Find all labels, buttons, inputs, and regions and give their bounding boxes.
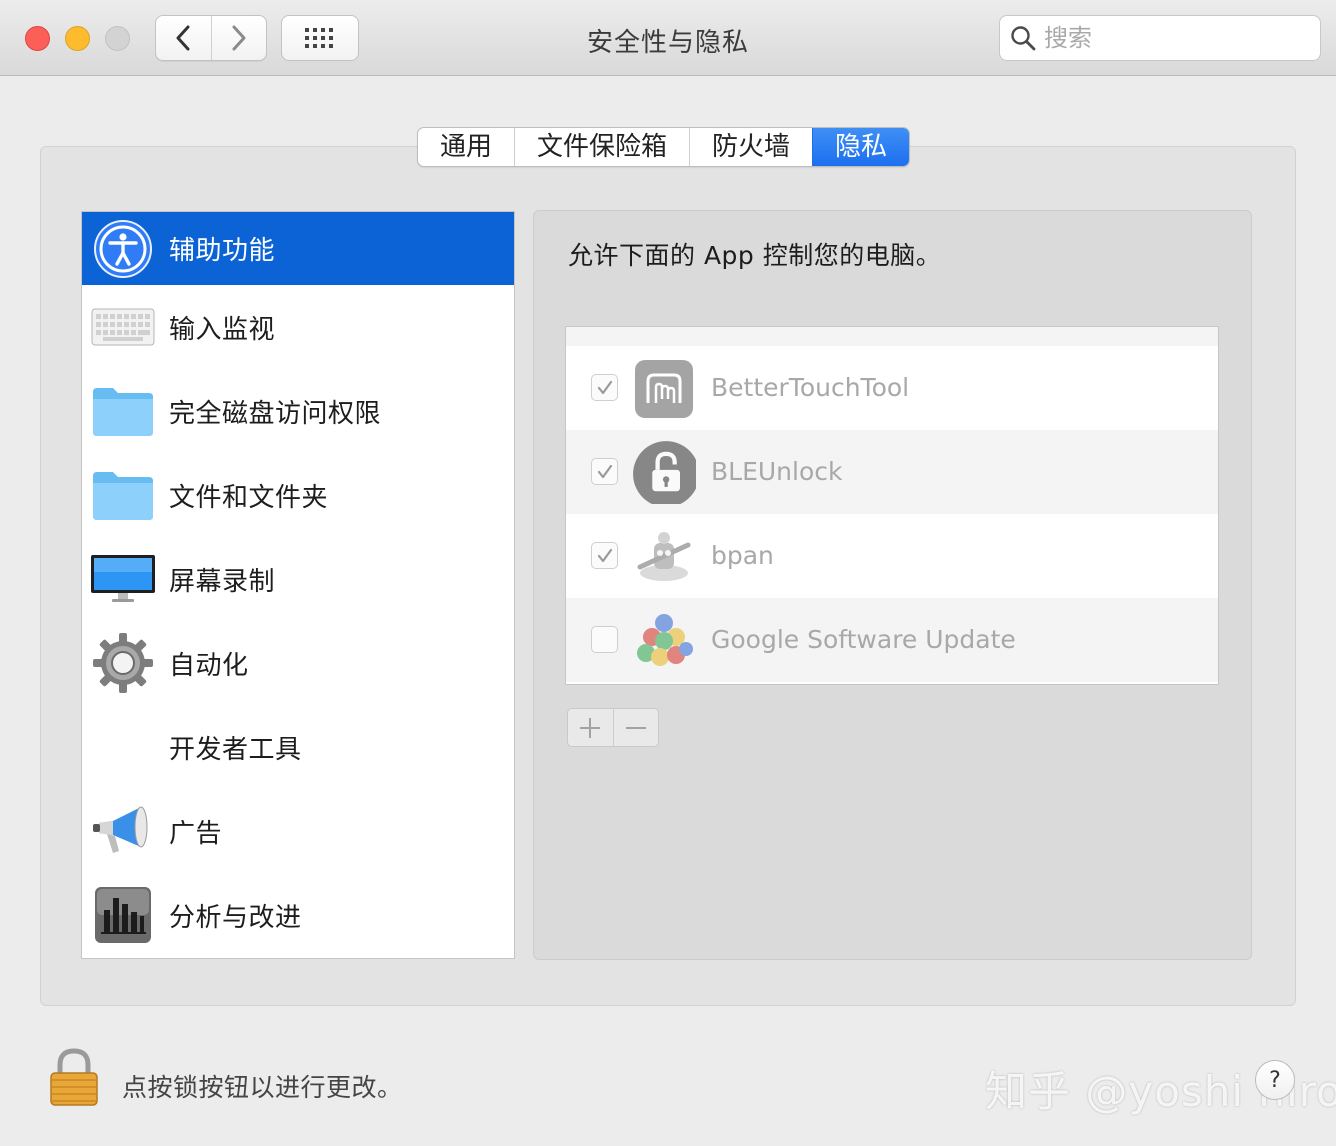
automator-icon	[637, 532, 691, 581]
remove-app-button[interactable]	[612, 709, 659, 746]
title-bar: 安全性与隐私	[0, 0, 1336, 76]
help-button[interactable]: ?	[1255, 1060, 1295, 1100]
search-icon	[1011, 26, 1036, 51]
sidebar-item-accessibility[interactable]: 辅助功能	[82, 212, 514, 285]
folder-icon	[90, 378, 156, 444]
plus-icon	[580, 717, 601, 738]
lock-icon[interactable]	[48, 1047, 100, 1107]
tab-filevault[interactable]: 文件保险箱	[514, 128, 689, 166]
gear-icon	[90, 630, 156, 696]
sidebar-item-developer-tools[interactable]: 开发者工具	[82, 705, 514, 789]
app-name: BLEUnlock	[711, 457, 843, 486]
sidebar-item-analytics[interactable]: 分析与改进	[82, 873, 514, 957]
tab-general[interactable]: 通用	[418, 128, 514, 166]
sidebar-item-input-monitoring[interactable]: 输入监视	[82, 285, 514, 369]
sidebar-item-label: 自动化	[169, 650, 249, 681]
tab-firewall[interactable]: 防火墙	[689, 128, 812, 166]
sidebar-item-label: 屏幕录制	[169, 566, 276, 597]
checkmark-icon	[597, 464, 612, 478]
bettertouchtool-icon	[635, 360, 693, 418]
app-name: bpan	[711, 541, 774, 570]
sidebar-item-advertising[interactable]: 广告	[82, 789, 514, 873]
sidebar-item-full-disk-access[interactable]: 完全磁盘访问权限	[82, 369, 514, 453]
sidebar-item-files-and-folders[interactable]: 文件和文件夹	[82, 453, 514, 537]
folder-icon	[90, 462, 156, 528]
minus-icon	[625, 726, 646, 729]
bleunlock-icon	[633, 441, 696, 504]
checkmark-icon	[597, 548, 612, 562]
app-checkbox[interactable]	[591, 374, 618, 401]
app-row-google-software-update: Google Software Update	[566, 598, 1218, 682]
sidebar-item-label: 开发者工具	[169, 734, 302, 765]
sidebar-item-screen-recording[interactable]: 屏幕录制	[82, 537, 514, 621]
keyboard-icon	[90, 294, 156, 360]
search-input[interactable]	[1044, 24, 1304, 52]
list-row-partial	[566, 327, 1218, 346]
display-icon	[90, 546, 156, 612]
google-update-icon	[637, 614, 693, 666]
add-app-button[interactable]	[568, 709, 613, 746]
sidebar-item-label: 辅助功能	[169, 236, 276, 266]
search-box[interactable]	[999, 15, 1321, 61]
sidebar-item-label: 文件和文件夹	[169, 482, 329, 513]
sidebar-item-label: 广告	[169, 818, 223, 849]
app-checkbox[interactable]	[591, 542, 618, 569]
sidebar-item-label: 完全磁盘访问权限	[169, 398, 382, 429]
app-checkbox[interactable]	[591, 626, 618, 653]
tab-bar: 通用 文件保险箱 防火墙 隐私	[417, 127, 911, 167]
app-name: Google Software Update	[711, 625, 1016, 654]
add-remove-buttons	[567, 708, 659, 747]
tab-privacy[interactable]: 隐私	[812, 128, 910, 166]
app-list[interactable]: BetterTouchTool BLEUnlock bpan Google So…	[565, 326, 1219, 685]
app-row-bleunlock: BLEUnlock	[566, 430, 1218, 514]
detail-heading: 允许下面的 App 控制您的电脑。	[568, 241, 942, 270]
lock-hint-text: 点按锁按钮以进行更改。	[122, 1073, 403, 1102]
app-row-bettertouchtool: BetterTouchTool	[566, 346, 1218, 430]
privacy-category-list: 辅助功能 输入监视 完全磁盘访问权限 文件和文件夹 屏幕录制 自动化 开发者工具…	[81, 211, 515, 959]
chart-icon	[90, 882, 156, 948]
checkmark-icon	[597, 380, 612, 394]
app-row-bpan: bpan	[566, 514, 1218, 598]
accessibility-icon	[90, 216, 156, 282]
sidebar-item-automation[interactable]: 自动化	[82, 621, 514, 705]
sidebar-item-label: 输入监视	[169, 314, 276, 345]
app-checkbox[interactable]	[591, 458, 618, 485]
app-name: BetterTouchTool	[711, 373, 910, 402]
megaphone-icon	[90, 798, 156, 864]
sidebar-item-label: 分析与改进	[169, 902, 302, 933]
